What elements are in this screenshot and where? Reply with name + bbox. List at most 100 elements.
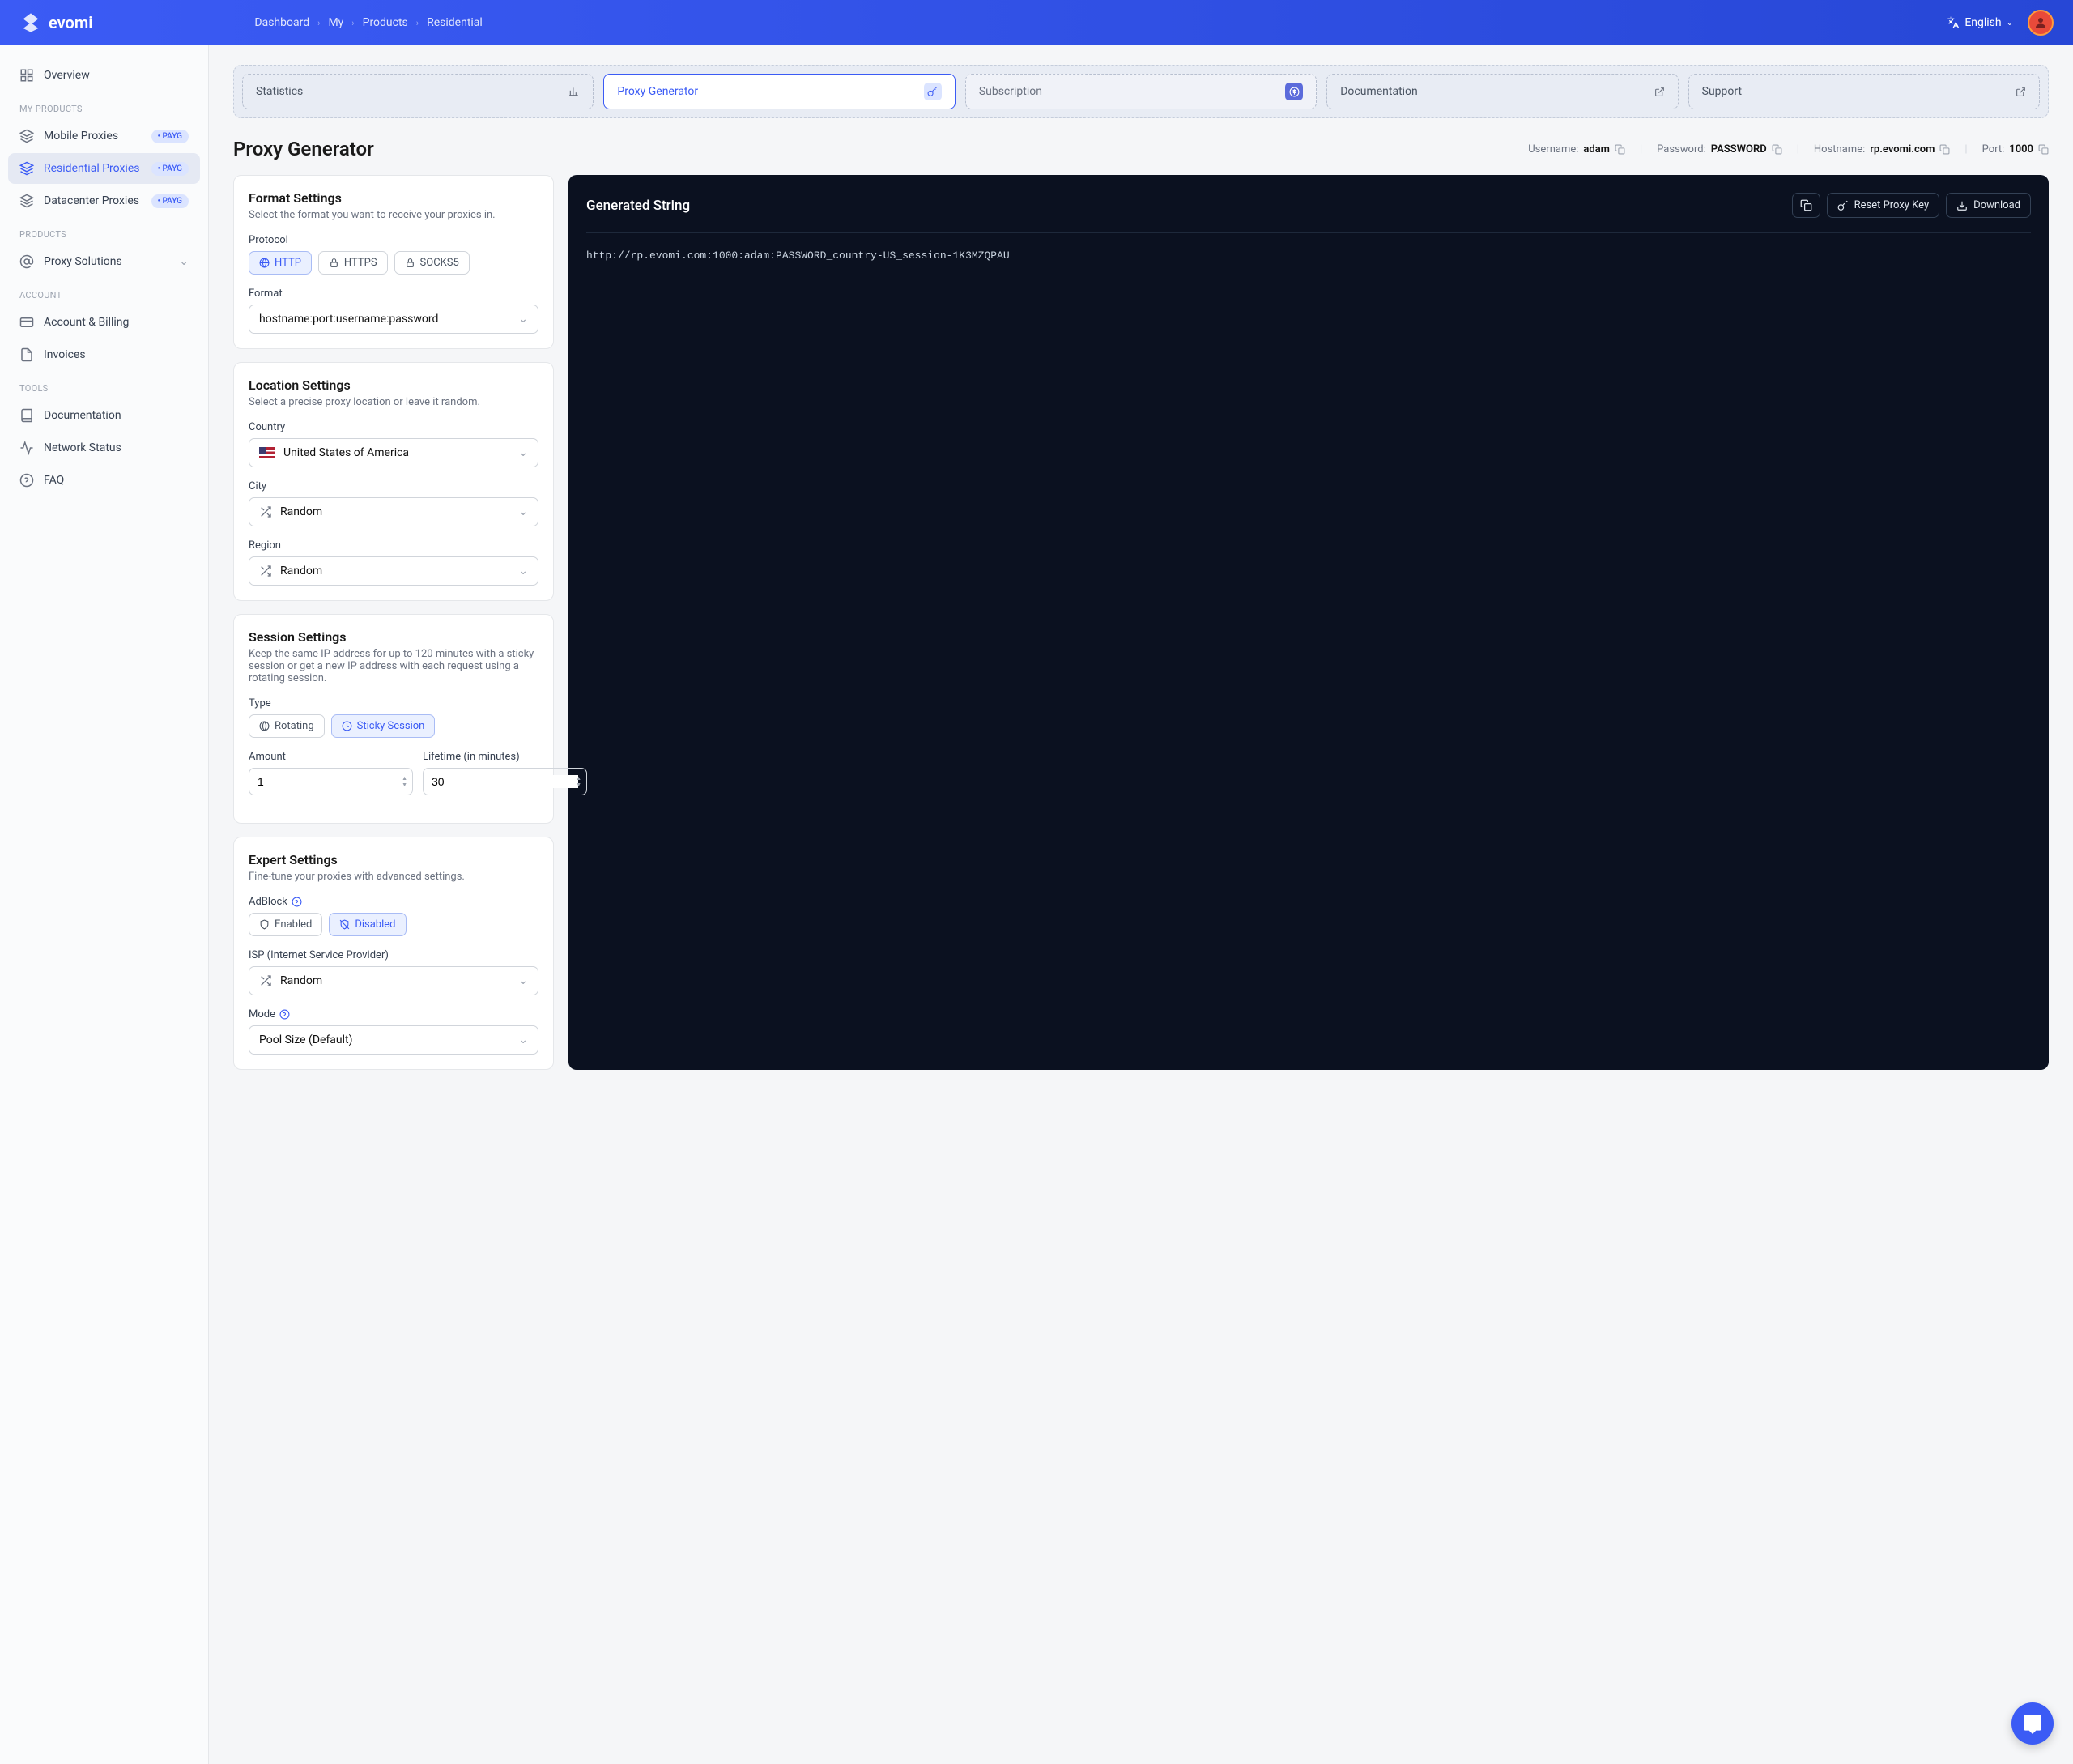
nav-account-billing[interactable]: Account & Billing: [8, 307, 200, 338]
select-value: hostname:port:username:password: [259, 313, 438, 326]
tab-support[interactable]: Support: [1688, 74, 2040, 109]
number-stepper[interactable]: ▲▼: [402, 776, 407, 788]
chevron-down-icon: ⌄: [518, 974, 528, 987]
isp-label: ISP (Internet Service Provider): [249, 949, 538, 961]
help-icon[interactable]: [279, 1009, 290, 1020]
section-products: Products: [8, 218, 200, 246]
breadcrumb-my[interactable]: My: [328, 16, 343, 29]
card-desc: Keep the same IP address for up to 120 m…: [249, 648, 538, 684]
shuffle-icon: [259, 505, 272, 518]
card-desc: Select the format you want to receive yo…: [249, 209, 538, 221]
protocol-https[interactable]: HTTPS: [318, 251, 388, 275]
nav-label: Datacenter Proxies: [44, 194, 139, 207]
country-select[interactable]: United States of America ⌄: [249, 438, 538, 467]
chart-icon: [568, 86, 580, 97]
copy-icon[interactable]: [1772, 144, 1782, 155]
reset-proxy-key-button[interactable]: Reset Proxy Key: [1827, 193, 1940, 218]
generated-output-panel: Generated String Reset Proxy Key: [568, 175, 2049, 1070]
tab-statistics[interactable]: Statistics: [242, 74, 594, 109]
protocol-socks5[interactable]: SOCKS5: [394, 251, 470, 275]
adblock-disabled[interactable]: Disabled: [329, 913, 406, 936]
nav-documentation[interactable]: Documentation: [8, 400, 200, 431]
panel-title: Generated String: [586, 198, 690, 214]
isp-select[interactable]: Random ⌄: [249, 966, 538, 995]
tab-bar: Statistics Proxy Generator Subscription …: [233, 65, 2049, 118]
cred-username: adam: [1583, 143, 1610, 156]
download-button[interactable]: Download: [1946, 193, 2031, 218]
chat-widget-button[interactable]: [2011, 1702, 2054, 1745]
session-sticky[interactable]: Sticky Session: [331, 714, 436, 738]
section-account: Account: [8, 279, 200, 307]
copy-icon: [1800, 199, 1812, 211]
pill-label: Enabled: [275, 918, 312, 931]
copy-icon[interactable]: [1939, 144, 1950, 155]
globe-icon: [259, 258, 270, 268]
expert-settings-card: Expert Settings Fine-tune your proxies w…: [233, 837, 554, 1070]
chevron-down-icon: ⌄: [518, 313, 528, 326]
clock-icon: [342, 721, 352, 731]
cube-icon: [19, 194, 34, 208]
session-rotating[interactable]: Rotating: [249, 714, 325, 738]
number-stepper[interactable]: ▲▼: [576, 776, 581, 788]
pill-label: Sticky Session: [357, 720, 425, 732]
language-selector[interactable]: English ⌄: [1947, 16, 2013, 29]
card-icon: [19, 315, 34, 330]
copy-icon[interactable]: [2038, 144, 2049, 155]
lifetime-input[interactable]: ▲▼: [423, 768, 587, 795]
nav-faq[interactable]: FAQ: [8, 465, 200, 496]
amount-input[interactable]: ▲▼: [249, 768, 413, 795]
generated-code: http://rp.evomi.com:1000:adam:PASSWORD_c…: [586, 248, 2031, 265]
amount-label: Amount: [249, 751, 413, 763]
breadcrumb: Dashboard › My › Products › Residential: [254, 16, 482, 29]
nav-mobile-proxies[interactable]: Mobile Proxies PAYG: [8, 121, 200, 151]
button-label: Download: [1973, 199, 2020, 211]
main-content: Statistics Proxy Generator Subscription …: [209, 45, 2073, 1764]
user-avatar[interactable]: [2028, 10, 2054, 36]
logo-icon: [19, 11, 42, 34]
region-select[interactable]: Random ⌄: [249, 556, 538, 586]
page-title: Proxy Generator: [233, 138, 374, 160]
adblock-enabled[interactable]: Enabled: [249, 913, 322, 936]
format-select[interactable]: hostname:port:username:password ⌄: [249, 305, 538, 334]
breadcrumb-products[interactable]: Products: [363, 16, 408, 29]
lifetime-label: Lifetime (in minutes): [423, 751, 587, 763]
card-title: Expert Settings: [249, 852, 538, 867]
format-label: Format: [249, 288, 538, 300]
nav-proxy-solutions[interactable]: Proxy Solutions ⌄: [8, 246, 200, 277]
card-title: Format Settings: [249, 190, 538, 206]
section-tools: Tools: [8, 372, 200, 400]
brand-logo[interactable]: evomi: [19, 11, 92, 34]
sidebar: Overview MY PRODUCTS Mobile Proxies PAYG…: [0, 45, 209, 1764]
nav-invoices[interactable]: Invoices: [8, 339, 200, 370]
nav-label: Account & Billing: [44, 316, 129, 329]
breadcrumb-dashboard[interactable]: Dashboard: [254, 16, 309, 29]
city-select[interactable]: Random ⌄: [249, 497, 538, 526]
chevron-right-icon: ›: [351, 18, 354, 28]
dollar-icon: [1285, 83, 1303, 100]
tab-subscription[interactable]: Subscription: [965, 74, 1317, 109]
section-my-products: MY PRODUCTS: [8, 92, 200, 121]
copy-output-button[interactable]: [1792, 193, 1820, 218]
cred-password: PASSWORD: [1711, 143, 1767, 156]
cred-label: Port:: [1982, 143, 2005, 156]
external-link-icon: [1654, 87, 1665, 97]
pill-label: SOCKS5: [420, 257, 459, 269]
tab-label: Statistics: [256, 85, 303, 98]
nav-overview[interactable]: Overview: [8, 60, 200, 91]
nav-residential-proxies[interactable]: Residential Proxies PAYG: [8, 153, 200, 184]
file-icon: [19, 347, 34, 362]
breadcrumb-current: Residential: [427, 16, 483, 29]
nav-datacenter-proxies[interactable]: Datacenter Proxies PAYG: [8, 185, 200, 216]
amount-field[interactable]: [258, 775, 404, 788]
tab-documentation[interactable]: Documentation: [1326, 74, 1678, 109]
protocol-http[interactable]: HTTP: [249, 251, 312, 275]
nav-network-status[interactable]: Network Status: [8, 432, 200, 463]
lifetime-field[interactable]: [432, 775, 578, 788]
help-icon[interactable]: [292, 897, 302, 907]
tab-proxy-generator[interactable]: Proxy Generator: [603, 74, 955, 109]
nav-label: Proxy Solutions: [44, 255, 122, 268]
copy-icon[interactable]: [1615, 144, 1625, 155]
mode-select[interactable]: Pool Size (Default) ⌄: [249, 1025, 538, 1055]
shield-icon: [259, 919, 270, 930]
nav-label: Documentation: [44, 409, 121, 422]
